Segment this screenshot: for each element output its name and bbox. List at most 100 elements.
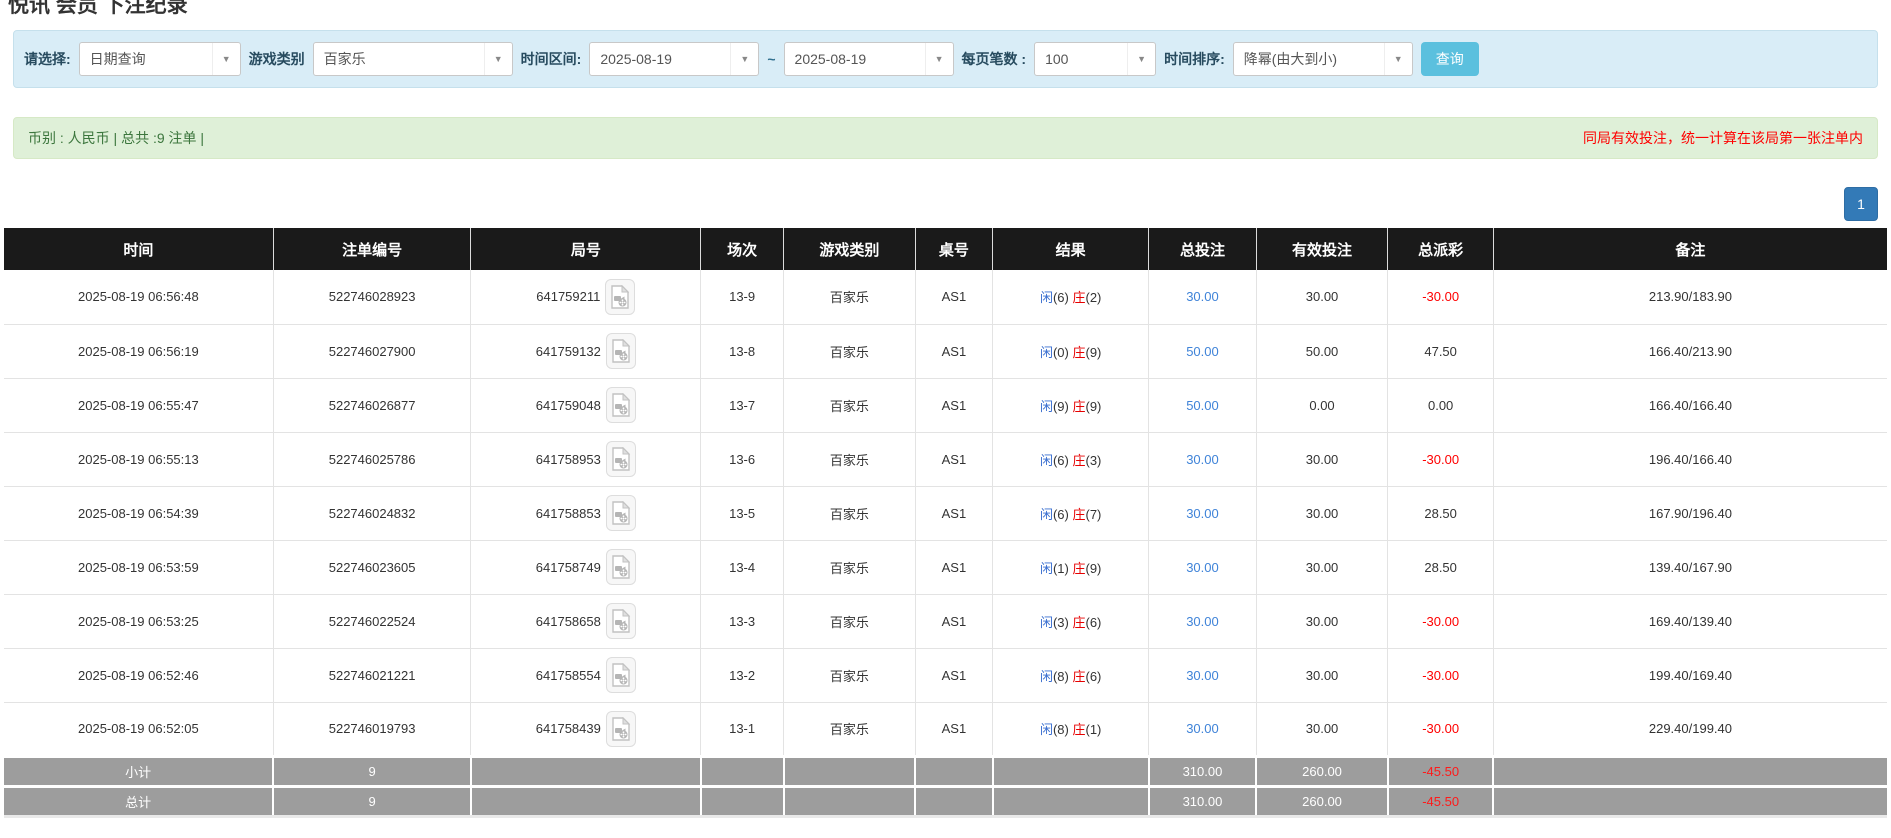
header-table-no: 桌号: [915, 228, 992, 270]
date-range-separator: ~: [767, 51, 775, 67]
cell-session: 13-9: [701, 270, 784, 324]
video-file-icon: [611, 339, 631, 363]
result-banker: 庄: [1072, 345, 1085, 360]
cell-payout: 47.50: [1388, 324, 1493, 378]
table-header: 时间 注单编号 局号 场次 游戏类别 桌号 结果 总投注 有效投注 总派彩 备注: [4, 228, 1887, 270]
game-type-value: 百家乐: [314, 43, 484, 75]
cell-remark: 166.40/213.90: [1493, 324, 1887, 378]
cell-total-bet[interactable]: 30.00: [1149, 486, 1256, 540]
result-banker-score: (1): [1085, 722, 1101, 737]
pagination: 1: [13, 187, 1878, 221]
header-bet-id: 注单编号: [273, 228, 471, 270]
subtotal-valid-bet: 260.00: [1256, 756, 1388, 786]
video-replay-button[interactable]: [605, 279, 635, 315]
cell-result: 闲(9) 庄(9): [993, 378, 1149, 432]
video-replay-button[interactable]: [606, 711, 636, 747]
time-sort-select[interactable]: 降幂(由大到小) ▼: [1233, 42, 1413, 76]
cell-total-bet[interactable]: 30.00: [1149, 432, 1256, 486]
video-replay-button[interactable]: [606, 603, 636, 639]
cell-remark: 196.40/166.40: [1493, 432, 1887, 486]
chevron-down-icon: ▼: [730, 43, 758, 75]
cell-game-type: 百家乐: [784, 324, 916, 378]
cell-total-bet[interactable]: 30.00: [1149, 540, 1256, 594]
header-session: 场次: [701, 228, 784, 270]
cell-remark: 169.40/139.40: [1493, 594, 1887, 648]
cell-total-bet[interactable]: 30.00: [1149, 702, 1256, 756]
cell-valid-bet: 30.00: [1256, 702, 1388, 756]
cell-table-no: AS1: [915, 594, 992, 648]
cell-time: 2025-08-19 06:53:25: [4, 594, 273, 648]
query-type-label: 请选择:: [24, 49, 71, 69]
table-row: 2025-08-19 06:55:47 522746026877 6417590…: [4, 378, 1887, 432]
query-type-value: 日期查询: [80, 43, 212, 75]
date-from-select[interactable]: 2025-08-19 ▼: [589, 42, 759, 76]
cell-session: 13-6: [701, 432, 784, 486]
date-to-value: 2025-08-19: [785, 43, 925, 75]
result-player-score: (6): [1053, 507, 1069, 522]
page-button-1[interactable]: 1: [1844, 187, 1878, 221]
video-replay-button[interactable]: [606, 387, 636, 423]
cell-table-no: AS1: [915, 270, 992, 324]
date-to-select[interactable]: 2025-08-19 ▼: [784, 42, 954, 76]
round-id-text: 641758554: [536, 668, 601, 683]
cell-remark: 139.40/167.90: [1493, 540, 1887, 594]
cell-game-type: 百家乐: [784, 270, 916, 324]
cell-result: 闲(6) 庄(2): [993, 270, 1149, 324]
filter-bar: 请选择: 日期查询 ▼ 游戏类别 百家乐 ▼ 时间区间: 2025-08-19 …: [13, 30, 1878, 88]
cell-valid-bet: 30.00: [1256, 594, 1388, 648]
cell-round-id: 641758749: [471, 540, 701, 594]
total-payout: -45.50: [1388, 786, 1493, 816]
round-id-text: 641759132: [536, 344, 601, 359]
cell-result: 闲(0) 庄(9): [993, 324, 1149, 378]
cell-result: 闲(6) 庄(7): [993, 486, 1149, 540]
cell-payout: -30.00: [1388, 270, 1493, 324]
cell-bet-id: 522746027900: [273, 324, 471, 378]
result-banker-score: (9): [1085, 345, 1101, 360]
cell-valid-bet: 0.00: [1256, 378, 1388, 432]
cell-payout: -30.00: [1388, 648, 1493, 702]
round-id-text: 641759211: [536, 289, 600, 304]
chevron-down-icon: ▼: [925, 43, 953, 75]
result-player-score: (1): [1053, 561, 1069, 576]
video-file-icon: [611, 501, 631, 525]
round-id-text: 641758749: [536, 560, 601, 575]
header-payout: 总派彩: [1388, 228, 1493, 270]
cell-result: 闲(8) 庄(6): [993, 648, 1149, 702]
video-replay-button[interactable]: [606, 333, 636, 369]
result-banker: 庄: [1072, 561, 1085, 576]
cell-total-bet[interactable]: 30.00: [1149, 648, 1256, 702]
result-banker-score: (6): [1085, 615, 1101, 630]
cell-game-type: 百家乐: [784, 432, 916, 486]
result-banker: 庄: [1072, 722, 1085, 737]
cell-table-no: AS1: [915, 648, 992, 702]
table-row: 2025-08-19 06:52:46 522746021221 6417585…: [4, 648, 1887, 702]
game-type-select[interactable]: 百家乐 ▼: [313, 42, 513, 76]
table-row: 2025-08-19 06:53:25 522746022524 6417586…: [4, 594, 1887, 648]
cell-payout: 28.50: [1388, 540, 1493, 594]
cell-total-bet[interactable]: 50.00: [1149, 324, 1256, 378]
cell-payout: -30.00: [1388, 594, 1493, 648]
query-type-select[interactable]: 日期查询 ▼: [79, 42, 241, 76]
video-replay-button[interactable]: [606, 441, 636, 477]
cell-total-bet[interactable]: 30.00: [1149, 270, 1256, 324]
video-file-icon: [611, 555, 631, 579]
page-size-label: 每页笔数 :: [962, 49, 1027, 69]
time-sort-value: 降幂(由大到小): [1234, 43, 1384, 75]
cell-total-bet[interactable]: 50.00: [1149, 378, 1256, 432]
video-replay-button[interactable]: [606, 495, 636, 531]
cell-round-id: 641759211: [471, 270, 701, 324]
result-player-score: (8): [1053, 722, 1069, 737]
video-replay-button[interactable]: [606, 657, 636, 693]
cell-round-id: 641759048: [471, 378, 701, 432]
subtotal-row: 小计 9 310.00 260.00 -45.50: [4, 756, 1887, 786]
page-size-select[interactable]: 100 ▼: [1034, 42, 1156, 76]
chevron-down-icon: ▼: [1384, 43, 1412, 75]
query-button[interactable]: 查询: [1421, 42, 1479, 76]
cell-total-bet[interactable]: 30.00: [1149, 594, 1256, 648]
result-banker-score: (6): [1085, 669, 1101, 684]
result-player: 闲: [1040, 722, 1053, 737]
total-valid-bet: 260.00: [1256, 786, 1388, 816]
video-replay-button[interactable]: [606, 549, 636, 585]
result-banker-score: (9): [1085, 561, 1101, 576]
result-banker: 庄: [1072, 399, 1085, 414]
